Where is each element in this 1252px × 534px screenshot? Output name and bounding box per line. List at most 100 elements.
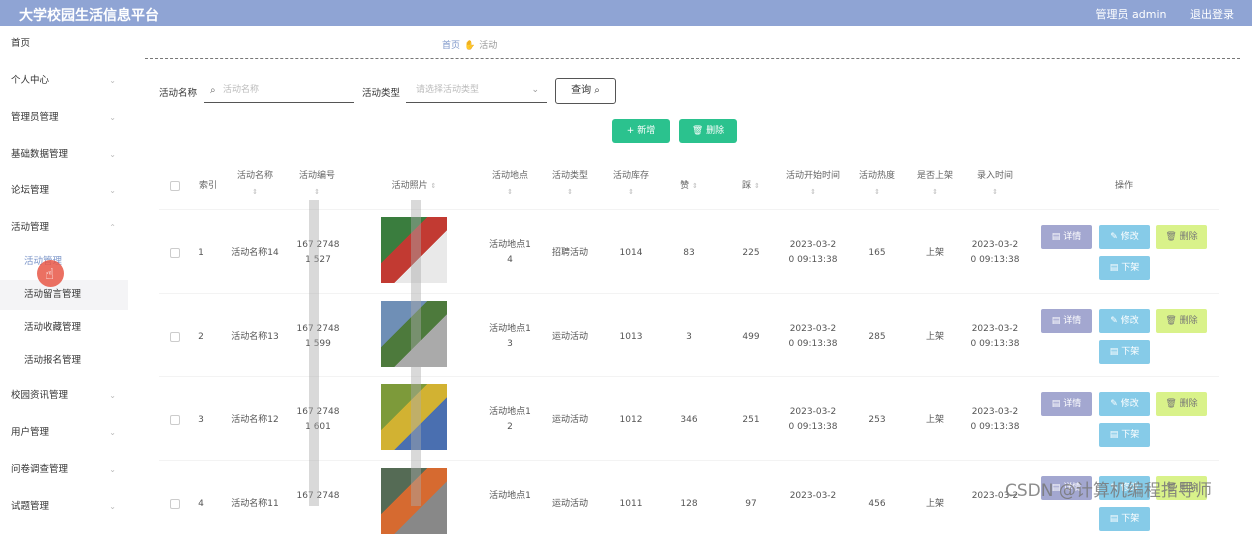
cell-dislike: 251 [742,415,760,425]
cell-place: 活动地点1 2 [484,405,536,435]
cell-created-time: 2023-03-2 0 09:13:38 [967,238,1023,268]
table-header-sortable[interactable]: 活动热度 ⇕ [851,168,903,200]
cell-shelf-status: 上架 [925,248,944,258]
logout-link[interactable]: 退出登录 [1190,8,1234,21]
cell-start-time: 2023-03-2 0 09:13:38 [785,322,841,352]
take-down-button[interactable]: ▤ 下架 [1099,256,1150,280]
breadcrumb-home[interactable]: 首页 [442,41,460,51]
sidebar-subitem-activity-management[interactable]: 活动管理 [0,247,128,277]
table-header-sortable[interactable]: 活动开始时间 ⇕ [785,168,841,200]
detail-button[interactable]: ▤ 详情 [1041,309,1092,333]
edit-button-label: 修改 [1120,316,1139,326]
pencil-icon: ✎ [1110,399,1118,409]
take-down-button[interactable]: ▤ 下架 [1099,340,1150,364]
cell-like: 346 [680,415,698,425]
add-button[interactable]: + 新增 [612,119,670,143]
table-header: 操作 [1114,181,1133,191]
delete-button[interactable]: 🗑 删除 [1156,392,1207,416]
table-header-sortable[interactable]: 活动地点 ⇕ [484,168,536,200]
name-search-input[interactable]: ⌕ 活动名称 [204,80,354,103]
name-search-label: 活动名称 [159,88,198,99]
delete-button-label: 删除 [1179,316,1198,326]
cell-created-line: 0 09:13:38 [970,339,1020,349]
chevron-down-icon: ⌄ [109,502,116,511]
cell-place-line: 活动地点1 [489,491,531,501]
sidebar-item-label: 首页 [11,38,31,49]
sidebar-menu: 首页 个人中心 ⌄ 管理员管理 ⌄ 基础数据管理 ⌄ 论坛管理 ⌄ 活动管理 ⌃ 活动管理… [0,26,128,512]
trash-icon: 🗑 [691,126,704,136]
batch-delete-button[interactable]: 🗑 删除 [679,119,737,143]
take-down-button[interactable]: ▤ 下架 [1099,507,1150,531]
detail-button[interactable]: ▤ 详情 [1041,392,1092,416]
sidebar-item-forum[interactable]: 论坛管理 ⌄ [0,176,128,206]
table-header-sortable[interactable]: 是否上架 ⇕ [909,168,961,200]
table-header-sortable[interactable]: 活动名称 ⇕ [229,168,281,200]
chevron-down-icon: ⌄ [109,150,116,159]
table-header-sortable[interactable]: 踩 ⇕ [733,178,769,194]
detail-button[interactable]: ▤ 详情 [1041,225,1092,249]
sidebar-item-label: 校园资讯管理 [11,390,69,401]
table-header-sortable[interactable]: 活动库存 ⇕ [605,168,657,200]
cell-place: 活动地点1 3 [484,322,536,352]
type-search-label: 活动类型 [362,88,401,99]
delete-button[interactable]: 🗑 删除 [1156,309,1207,333]
table-header-sortable[interactable]: 赞 ⇕ [671,178,707,194]
row-checkbox[interactable] [170,499,180,509]
edit-button-label: 修改 [1120,232,1139,242]
breadcrumb: 首页 ✋ 活动 [442,38,497,51]
table-header-sortable[interactable]: 录入时间 ⇕ [969,168,1021,200]
plus-icon: + [626,126,635,136]
edit-button[interactable]: ✎ 修改 [1099,225,1150,249]
batch-delete-label: 删除 [706,126,725,136]
sidebar-item-label: 论坛管理 [11,185,50,196]
search-icon: ⌕ [594,85,600,96]
sidebar-item-base-data[interactable]: 基础数据管理 ⌄ [0,140,128,170]
cell-name: 活动名称11 [231,499,279,509]
sidebar-item-survey[interactable]: 问卷调查管理 ⌄ [0,455,128,485]
sidebar-subitem-activity-comments[interactable]: 活动留言管理 [0,280,128,310]
type-select[interactable]: 请选择活动类型 ⌄ [406,80,547,103]
cell-start-line: 2023-03-2 [789,407,837,417]
cell-shelf-status: 上架 [925,332,944,342]
sidebar-item-users[interactable]: 用户管理 ⌄ [0,418,128,448]
document-icon: ▤ [1109,263,1119,273]
row-checkbox[interactable] [170,332,180,342]
row-checkbox[interactable] [170,248,180,258]
sidebar-item-personal-center[interactable]: 个人中心 ⌄ [0,66,128,96]
take-down-button[interactable]: ▤ 下架 [1099,423,1150,447]
sidebar-subitem-activity-favorites[interactable]: 活动收藏管理 [0,313,128,343]
query-button[interactable]: 查询 ⌕ [555,78,616,104]
sidebar-subitem-activity-signups[interactable]: 活动报名管理 [0,346,128,376]
document-icon: ▤ [1051,399,1061,409]
table-header-sortable[interactable]: 活动类型 ⇕ [544,168,596,200]
sidebar-item-campus-news[interactable]: 校园资讯管理 ⌄ [0,381,128,411]
cell-stock: 1014 [619,248,643,258]
edit-button[interactable]: ✎ 修改 [1099,392,1150,416]
chevron-down-icon: ⌄ [531,85,539,95]
row-checkbox[interactable] [170,415,180,425]
take-down-button-label: 下架 [1121,347,1140,357]
sidebar-item-home[interactable]: 首页 [0,29,128,59]
sidebar-item-activity[interactable]: 活动管理 ⌃ [0,213,128,243]
cell-shelf-status: 上架 [925,499,944,509]
document-icon: ▤ [1109,514,1119,524]
document-icon: ▤ [1109,430,1119,440]
admin-user-label[interactable]: 管理员 admin [1096,8,1167,21]
table-header-sortable[interactable]: 活动编号 ⇕ [291,168,343,200]
cell-created-line: 2023-03-2 [971,324,1019,334]
type-select-placeholder: 请选择活动类型 [416,85,480,95]
cell-start-line: 0 09:13:38 [788,422,838,432]
delete-button[interactable]: 🗑 删除 [1156,225,1207,249]
sidebar-item-label: 活动管理 [11,222,50,233]
cell-place-line: 2 [507,422,513,432]
select-all-checkbox[interactable] [170,181,180,191]
cell-dislike: 97 [745,499,757,509]
cell-start-line: 0 09:13:38 [788,339,838,349]
edit-button[interactable]: ✎ 修改 [1099,309,1150,333]
sidebar-item-admin-management[interactable]: 管理员管理 ⌄ [0,103,128,133]
sidebar-item-questions[interactable]: 试题管理 ⌄ [0,492,128,522]
cell-place-line: 活动地点1 [489,324,531,334]
cell-index: 1 [198,248,204,258]
chevron-up-icon: ⌃ [109,223,116,232]
table-header-sortable[interactable]: 活动照片 ⇕ [374,178,454,194]
